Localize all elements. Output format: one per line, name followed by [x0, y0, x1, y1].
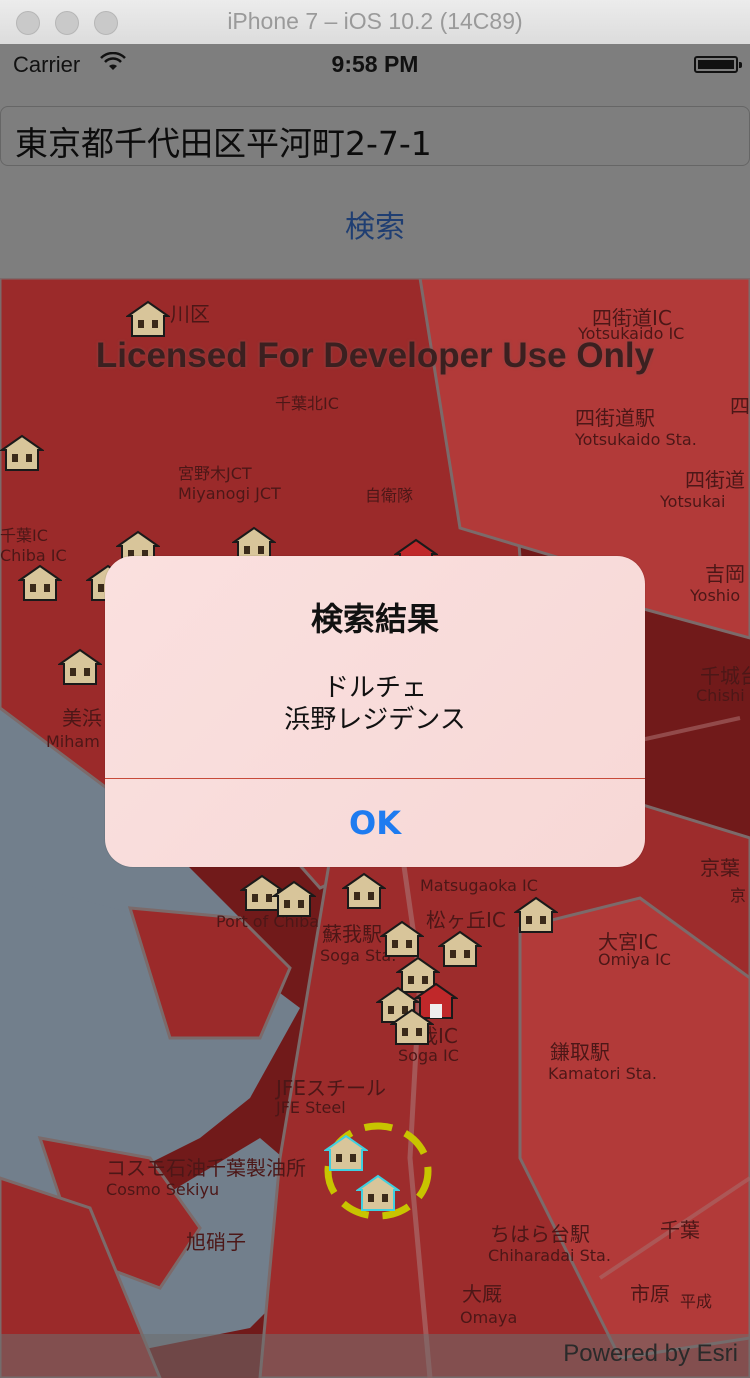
simulator-title-bar: iPhone 7 – iOS 10.2 (14C89)	[0, 0, 750, 45]
house-marker-icon[interactable]	[126, 298, 170, 338]
selected-house-marker-icon[interactable]	[356, 1172, 400, 1212]
map-label: 四街道	[685, 468, 745, 492]
simulator-title: iPhone 7 – iOS 10.2 (14C89)	[227, 8, 523, 34]
map-label: 四街道駅	[575, 406, 655, 430]
map-label: ちはら台駅	[490, 1222, 590, 1246]
map-label: Miham	[46, 732, 100, 751]
map-label: 京	[730, 886, 747, 905]
map-label: Omiya IC	[598, 950, 671, 969]
map-label: 千城台	[700, 664, 750, 688]
map-label: Omaya	[460, 1308, 518, 1327]
house-marker-icon[interactable]	[0, 432, 44, 472]
map-label: JFE Steel	[276, 1098, 346, 1117]
map-label: Chiharadai Sta.	[488, 1246, 611, 1265]
map-label: 平成	[680, 1292, 713, 1311]
house-marker-icon[interactable]	[18, 562, 62, 602]
search-header: 東京都千代田区平河町2-7-1 検索	[0, 86, 750, 278]
map-label: 四街道IC	[592, 306, 672, 330]
search-result-alert: 検索結果 ドルチェ 浜野レジデンス OK	[105, 556, 645, 867]
map-label: Soga IC	[398, 1046, 459, 1065]
map-label: JFEスチール	[276, 1076, 387, 1100]
address-input[interactable]: 東京都千代田区平河町2-7-1	[0, 106, 750, 166]
house-marker-icon[interactable]	[380, 918, 424, 958]
attribution-text: Powered by Esri	[563, 1340, 738, 1367]
status-bar: Carrier 9:58 PM	[0, 44, 750, 86]
house-marker-icon[interactable]	[342, 870, 386, 910]
map-label: 旭硝子	[186, 1230, 246, 1254]
map-label: Chishi	[696, 686, 745, 705]
map-label: 美浜	[62, 706, 102, 730]
map-label: Cosmo Sekiyu	[106, 1180, 220, 1199]
map-label: 市原	[630, 1282, 670, 1306]
map-attribution: Powered by Esri	[0, 1334, 750, 1378]
map-label: Miyanogi JCT	[178, 484, 281, 503]
map-label: Yotsukai	[660, 492, 726, 511]
map-label: Yoshio	[690, 586, 741, 605]
alert-message-line: ドルチェ	[322, 673, 427, 703]
map-label: 京葉	[700, 856, 740, 880]
map-label: 大厩	[462, 1282, 502, 1306]
map-label: コスモ石油千葉製油所	[106, 1156, 306, 1180]
house-marker-icon[interactable]	[514, 894, 558, 934]
selected-house-marker-icon[interactable]	[324, 1132, 368, 1172]
alert-message-line: 浜野レジデンス	[284, 705, 466, 735]
map-label: Matsugaoka IC	[420, 876, 538, 895]
map-label: Yotsukaido Sta.	[575, 430, 697, 449]
alert-title: 検索結果	[310, 600, 439, 638]
map-label: 自衛隊	[365, 486, 414, 505]
house-marker-icon[interactable]	[438, 928, 482, 968]
map-label: 鎌取駅	[550, 1040, 610, 1064]
alert-message: ドルチェ 浜野レジデンス	[105, 672, 645, 736]
map-label: 川区	[170, 302, 210, 326]
map-label: 蘇我駅	[322, 922, 382, 946]
map-label: 千葉IC	[0, 526, 48, 545]
alert-ok-button[interactable]: OK	[105, 779, 645, 867]
map-label: 吉岡	[705, 562, 745, 586]
map-label: 千葉北IC	[275, 394, 339, 413]
map-label: 四	[730, 394, 750, 418]
map-label: 宮野木JCT	[178, 464, 252, 483]
search-button[interactable]: 検索	[0, 202, 750, 246]
house-marker-icon[interactable]	[390, 1006, 434, 1046]
map-label: 千葉	[660, 1218, 700, 1242]
house-marker-icon[interactable]	[58, 646, 102, 686]
house-marker-icon[interactable]	[272, 878, 316, 918]
map-label: Kamatori Sta.	[548, 1064, 657, 1083]
battery-icon	[694, 56, 742, 73]
status-time: 9:58 PM	[331, 51, 419, 77]
